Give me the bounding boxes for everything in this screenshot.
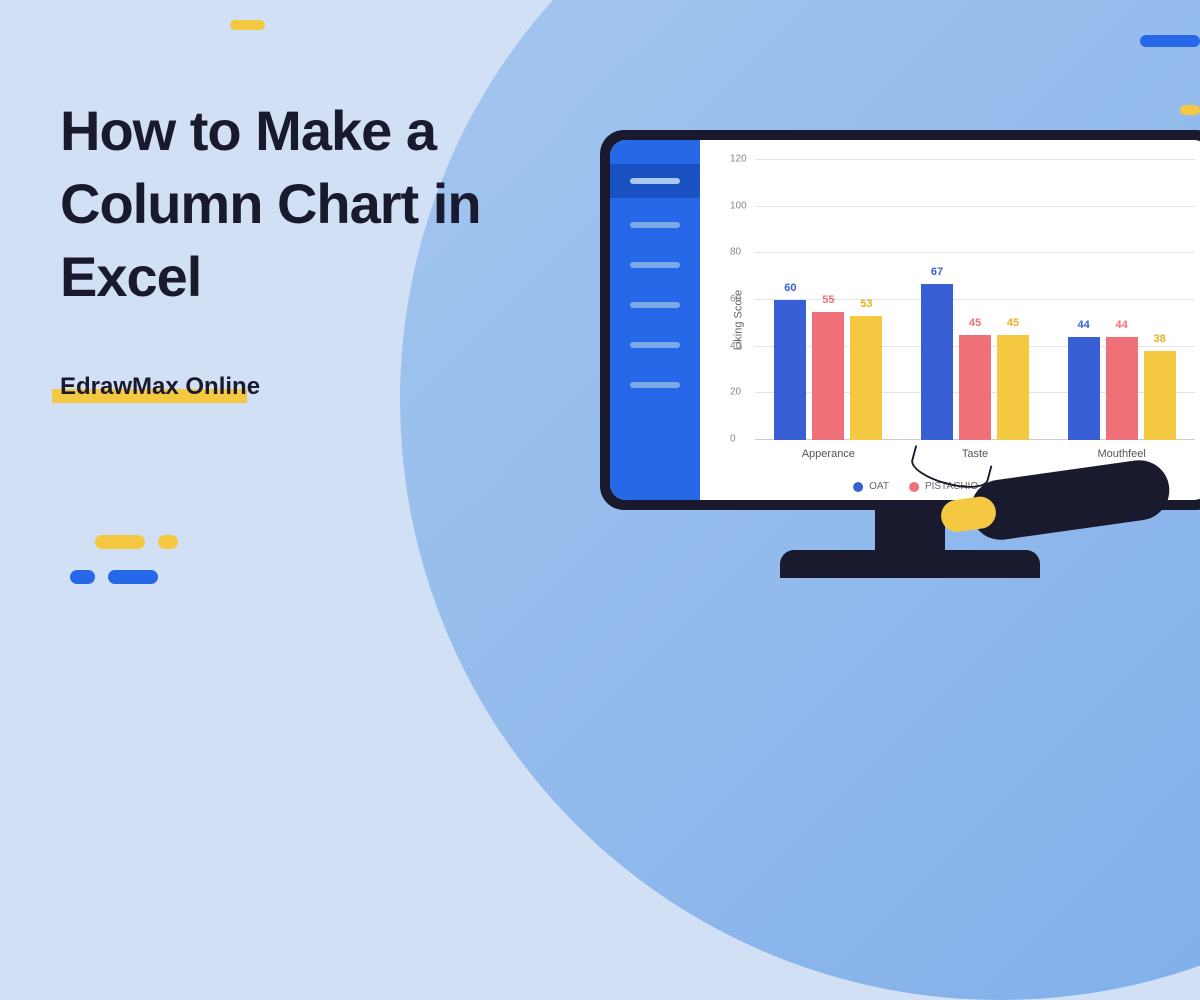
sidebar-item: [610, 164, 700, 198]
legend-dot-icon: [909, 482, 919, 492]
bar-oat: 44: [1068, 337, 1100, 440]
bar-pistachio: 55: [812, 312, 844, 440]
y-tick: 60: [730, 294, 741, 305]
y-tick: 40: [730, 340, 741, 351]
y-tick: 20: [730, 387, 741, 398]
monitor-stand-base: [780, 550, 1040, 578]
decorative-dash: [230, 20, 265, 30]
sidebar-item: [610, 332, 700, 358]
category-label: Mouthfeel: [1097, 448, 1145, 460]
sidebar-item: [610, 252, 700, 278]
title-area: How to Make a Column Chart in Excel Edra…: [60, 95, 560, 401]
sidebar-item: [610, 212, 700, 238]
decorative-dash: [95, 535, 145, 549]
subtitle: EdrawMax Online: [60, 373, 260, 401]
bar-oat: 60: [774, 300, 806, 440]
monitor-illustration: Liking Score 120 100 80 60 40 20 0 60 55: [600, 130, 1200, 510]
bar-group: 60 55 53 Apperance: [774, 160, 882, 440]
bar-oat: 67: [921, 284, 953, 440]
y-tick: 100: [730, 200, 747, 211]
bar-almond: 38: [1144, 351, 1176, 440]
bar-almond: 45: [997, 335, 1029, 440]
bar-pistachio: 44: [1106, 337, 1138, 440]
legend-dot-icon: [853, 482, 863, 492]
sidebar-item: [610, 372, 700, 398]
app-sidebar: [610, 140, 700, 500]
decorative-dash: [1180, 105, 1200, 115]
monitor-bezel: Liking Score 120 100 80 60 40 20 0 60 55: [600, 130, 1200, 510]
y-tick: 80: [730, 247, 741, 258]
monitor-screen: Liking Score 120 100 80 60 40 20 0 60 55: [610, 140, 1200, 500]
category-label: Apperance: [802, 448, 855, 460]
bar-groups: 60 55 53 Apperance 67 45 45 Taste: [755, 160, 1195, 440]
legend-item: OAT: [853, 481, 889, 492]
decorative-dash: [1140, 35, 1200, 47]
y-tick: 0: [730, 434, 736, 445]
sidebar-item: [610, 292, 700, 318]
bar-group: 67 45 45 Taste: [921, 160, 1029, 440]
chart-area: Liking Score 120 100 80 60 40 20 0 60 55: [700, 140, 1200, 500]
bar-almond: 53: [850, 316, 882, 440]
decorative-dash: [70, 570, 95, 584]
y-tick: 120: [730, 154, 747, 165]
decorative-dash: [158, 535, 178, 549]
subtitle-wrap: EdrawMax Online: [60, 373, 260, 401]
chart-grid: 120 100 80 60 40 20 0 60 55 53 Apper: [755, 160, 1195, 440]
main-title: How to Make a Column Chart in Excel: [60, 95, 560, 313]
bar-pistachio: 45: [959, 335, 991, 440]
bar-group: 44 44 38 Mouthfeel: [1068, 160, 1176, 440]
decorative-dash: [108, 570, 158, 584]
